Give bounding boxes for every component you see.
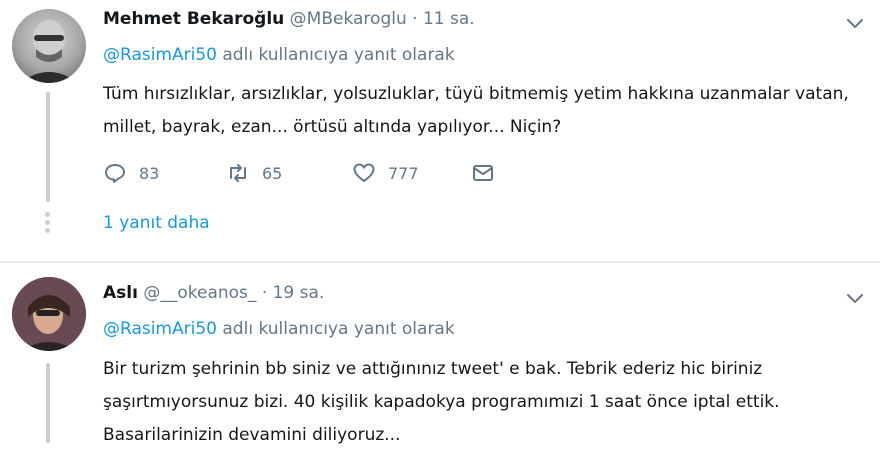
handle[interactable]: @__okeanos_ [143, 283, 256, 303]
thread-line [46, 92, 50, 202]
handle[interactable]: @MBekaroglu [290, 9, 407, 29]
reply-count: 83 [139, 163, 160, 183]
retweet-button[interactable]: 65 [226, 158, 282, 188]
reply-context: @RasimAri50 adlı kullanıcıya yanıt olara… [103, 319, 455, 339]
avatar[interactable] [12, 9, 86, 83]
message-button[interactable] [471, 158, 507, 188]
timestamp[interactable]: · 19 sa. [262, 283, 325, 303]
thread-dots [45, 212, 51, 236]
message-icon [473, 165, 493, 181]
display-name[interactable]: Mehmet Bekaroğlu [103, 9, 284, 29]
tweet-2[interactable]: Aslı @__okeanos_ · 19 sa. @RasimAri50 ad… [0, 263, 880, 445]
tweet-text: Bir turizm şehrinin bb siniz ve attığını… [103, 359, 780, 445]
reply-button[interactable]: 83 [103, 158, 159, 188]
display-name[interactable]: Aslı [103, 283, 138, 303]
tweet-header: Mehmet Bekaroğlu @MBekaroglu · 11 sa. [103, 9, 475, 29]
timestamp[interactable]: · 11 sa. [412, 9, 475, 29]
tweet-1[interactable]: Mehmet Bekaroğlu @MBekaroglu · 11 sa. @R… [0, 0, 880, 262]
thread-line [46, 363, 50, 443]
tweet-header: Aslı @__okeanos_ · 19 sa. [103, 283, 324, 303]
reply-mention[interactable]: @RasimAri50 [103, 45, 217, 65]
chevron-down-icon[interactable] [844, 287, 866, 309]
like-count: 777 [388, 163, 419, 183]
retweet-count: 65 [262, 163, 283, 183]
reply-icon [105, 164, 125, 183]
show-more-replies-link[interactable]: 1 yanıt daha [103, 213, 210, 233]
like-button[interactable]: 777 [352, 158, 419, 188]
reply-context: @RasimAri50 adlı kullanıcıya yanıt olara… [103, 45, 455, 65]
reply-mention[interactable]: @RasimAri50 [103, 319, 217, 339]
reply-suffix: adlı kullanıcıya yanıt olarak [216, 45, 455, 65]
retweet-icon [230, 164, 246, 182]
tweet-text: Tüm hırsızlıklar, arsızlıklar, yolsuzluk… [103, 84, 849, 137]
chevron-down-icon[interactable] [844, 12, 866, 34]
reply-suffix: adlı kullanıcıya yanıt olarak [216, 319, 455, 339]
like-icon [353, 163, 375, 182]
avatar[interactable] [12, 277, 86, 351]
